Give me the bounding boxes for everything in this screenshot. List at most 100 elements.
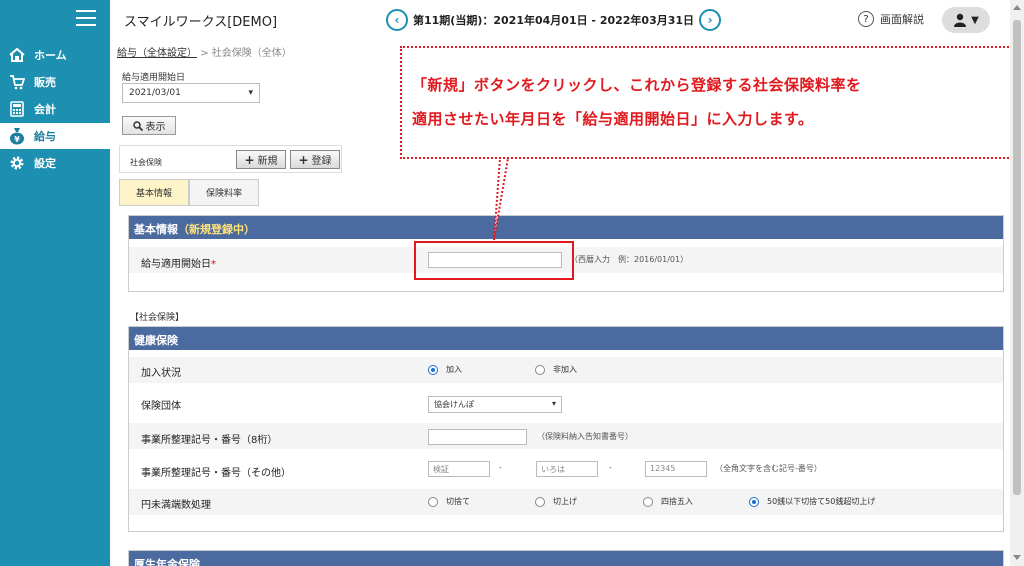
insurance-group-select[interactable]: 協会けんぽ ▾ bbox=[428, 396, 562, 413]
office-number-other-label: 事業所整理記号・番号（その他） bbox=[141, 468, 291, 479]
instruction-callout: 「新規」ボタンをクリックし、これから登録する社会保険料率を 適用させたい年月日を… bbox=[400, 46, 1017, 159]
svg-text:¥: ¥ bbox=[14, 135, 20, 144]
radio-dot bbox=[428, 364, 438, 375]
new-button[interactable]: + 新規 bbox=[236, 150, 286, 169]
sidebar-item-label: ホーム bbox=[34, 49, 67, 62]
radio-dot bbox=[428, 496, 438, 507]
office-number-label: 事業所整理記号・番号（8桁） bbox=[141, 435, 278, 446]
new-button-label: 新規 bbox=[257, 156, 278, 167]
sidebar-item-payroll[interactable]: ¥ 給与 bbox=[0, 123, 110, 149]
radio-label: 四捨五入 bbox=[661, 497, 693, 506]
radio-dot bbox=[749, 496, 759, 507]
panel-header: 厚生年金保険 bbox=[129, 551, 1003, 566]
sidebar-item-sales[interactable]: 販売 bbox=[0, 69, 110, 95]
chevron-left-icon: ‹ bbox=[394, 13, 400, 27]
home-icon bbox=[8, 46, 26, 64]
radio-dot bbox=[535, 496, 545, 507]
radio-label: 加入 bbox=[446, 365, 462, 374]
help-label: 画面解説 bbox=[880, 13, 924, 26]
sidebar-item-label: 設定 bbox=[34, 157, 56, 170]
caret-down-icon: ▾ bbox=[248, 88, 253, 98]
radio-round-50sen[interactable]: 50銭以下切捨て50銭超切上げ bbox=[749, 496, 875, 507]
radio-label: 切捨て bbox=[446, 497, 470, 506]
start-date-value: 2021/03/01 bbox=[129, 88, 181, 98]
callout-line-1: 「新規」ボタンをクリックし、これから登録する社会保険料率を bbox=[412, 76, 862, 94]
sidebar: ホーム 販売 会計 ¥ 給与 設定 bbox=[0, 0, 110, 566]
insurance-group-value: 協会けんぽ bbox=[434, 400, 474, 409]
register-button-label: 登録 bbox=[311, 156, 332, 167]
separator-dash: - bbox=[609, 463, 612, 472]
tab-premium-rate[interactable]: 保険料率 bbox=[189, 179, 259, 206]
office-symbol-input[interactable]: 検証 bbox=[428, 461, 490, 477]
radio-round-half[interactable]: 四捨五入 bbox=[643, 496, 693, 507]
radio-dot bbox=[643, 496, 653, 507]
radio-label: 50銭以下切捨て50銭超切上げ bbox=[767, 497, 876, 506]
panel-title: 基本情報 bbox=[134, 223, 178, 236]
radio-dot bbox=[535, 364, 545, 375]
rounding-label: 円未満端数処理 bbox=[141, 500, 211, 511]
breadcrumb: 給与（全体設定） > 社会保険（全体） bbox=[117, 44, 292, 59]
prev-period-button[interactable]: ‹ bbox=[386, 9, 408, 31]
start-date-label: 給与適用開始日* bbox=[141, 255, 216, 270]
radio-join[interactable]: 加入 bbox=[428, 364, 462, 375]
search-icon bbox=[132, 120, 143, 131]
user-icon bbox=[954, 13, 967, 27]
sidebar-item-accounting[interactable]: 会計 bbox=[0, 96, 110, 122]
register-button[interactable]: + 登録 bbox=[290, 150, 340, 169]
separator-dash: - bbox=[499, 463, 502, 472]
breadcrumb-current: 社会保険（全体） bbox=[211, 48, 292, 59]
panel-header: 健康保険 bbox=[129, 327, 1003, 350]
user-menu-button[interactable]: ▼ bbox=[942, 7, 990, 33]
sidebar-item-label: 販売 bbox=[34, 76, 56, 89]
radio-not-join[interactable]: 非加入 bbox=[535, 364, 577, 375]
sidebar-item-label: 会計 bbox=[34, 103, 56, 116]
callout-line-2: 適用させたい年月日を「給与適用開始日」に入力します。 bbox=[412, 110, 814, 128]
join-status-label: 加入状況 bbox=[141, 368, 181, 379]
gear-icon bbox=[8, 154, 26, 172]
start-date-hint: （西暦入力 例：2016/01/01） bbox=[570, 255, 689, 264]
chevron-right-icon: › bbox=[707, 13, 713, 27]
office-number-input[interactable] bbox=[428, 429, 527, 445]
period-navigator: ‹ 第11期(当期)：2021年04月01日 - 2022年03月31日 › bbox=[386, 8, 722, 32]
pension-panel: 厚生年金保険 bbox=[128, 550, 1004, 566]
breadcrumb-parent-link[interactable]: 給与（全体設定） bbox=[117, 48, 197, 59]
radio-label: 非加入 bbox=[553, 365, 577, 374]
callout-pointer bbox=[493, 157, 654, 241]
status-text: （新規登録中） bbox=[178, 223, 255, 236]
money-bag-icon: ¥ bbox=[8, 127, 26, 145]
plus-icon: + bbox=[298, 152, 309, 167]
scrollbar-thumb[interactable] bbox=[1013, 20, 1021, 495]
hamburger-menu-icon[interactable] bbox=[76, 10, 96, 26]
insurance-group-label: 保険団体 bbox=[141, 401, 181, 412]
social-insurance-section-label: 【社会保険】 bbox=[130, 313, 185, 323]
office-number-other-input[interactable]: 12345 bbox=[645, 461, 707, 477]
show-button-label: 表示 bbox=[145, 122, 166, 133]
tab-basic-info[interactable]: 基本情報 bbox=[119, 179, 189, 206]
show-button[interactable]: 表示 bbox=[122, 116, 176, 135]
sidebar-item-home[interactable]: ホーム bbox=[0, 42, 110, 68]
period-label: 第11期(当期)：2021年04月01日 - 2022年03月31日 bbox=[413, 14, 695, 27]
health-insurance-panel: 健康保険 加入状況 加入 非加入 保険団体 協会けんぽ ▾ 事業所整理記号・番号（… bbox=[128, 326, 1004, 532]
caret-down-icon: ▾ bbox=[551, 399, 556, 408]
breadcrumb-separator: > bbox=[200, 48, 209, 59]
caret-down-icon: ▼ bbox=[971, 14, 979, 26]
app-title: スマイルワークス[DEMO] bbox=[124, 15, 278, 30]
sidebar-item-label: 給与 bbox=[34, 130, 56, 143]
help-button[interactable]: ? 画面解説 bbox=[858, 11, 924, 27]
next-period-button[interactable]: › bbox=[699, 9, 722, 31]
scroll-up-icon[interactable] bbox=[1013, 5, 1021, 10]
question-icon: ? bbox=[858, 11, 874, 27]
toolbar: 社会保険 + 新規 + 登録 bbox=[119, 145, 342, 173]
tab-bar: 基本情報 保険料率 bbox=[119, 179, 259, 206]
cart-icon bbox=[8, 73, 26, 91]
sidebar-item-settings[interactable]: 設定 bbox=[0, 150, 110, 176]
filter-start-label: 給与適用開始日 bbox=[122, 73, 186, 83]
scrollbar[interactable] bbox=[1010, 0, 1024, 566]
scroll-down-icon[interactable] bbox=[1013, 555, 1021, 560]
radio-label: 切上げ bbox=[553, 497, 577, 506]
radio-round-down[interactable]: 切捨て bbox=[428, 496, 470, 507]
radio-round-up[interactable]: 切上げ bbox=[535, 496, 577, 507]
office-number-hint: （保険料納入告知書番号） bbox=[537, 432, 633, 441]
start-date-select[interactable]: 2021/03/01 ▾ bbox=[122, 83, 260, 103]
office-kana-input[interactable]: いろは bbox=[536, 461, 598, 477]
